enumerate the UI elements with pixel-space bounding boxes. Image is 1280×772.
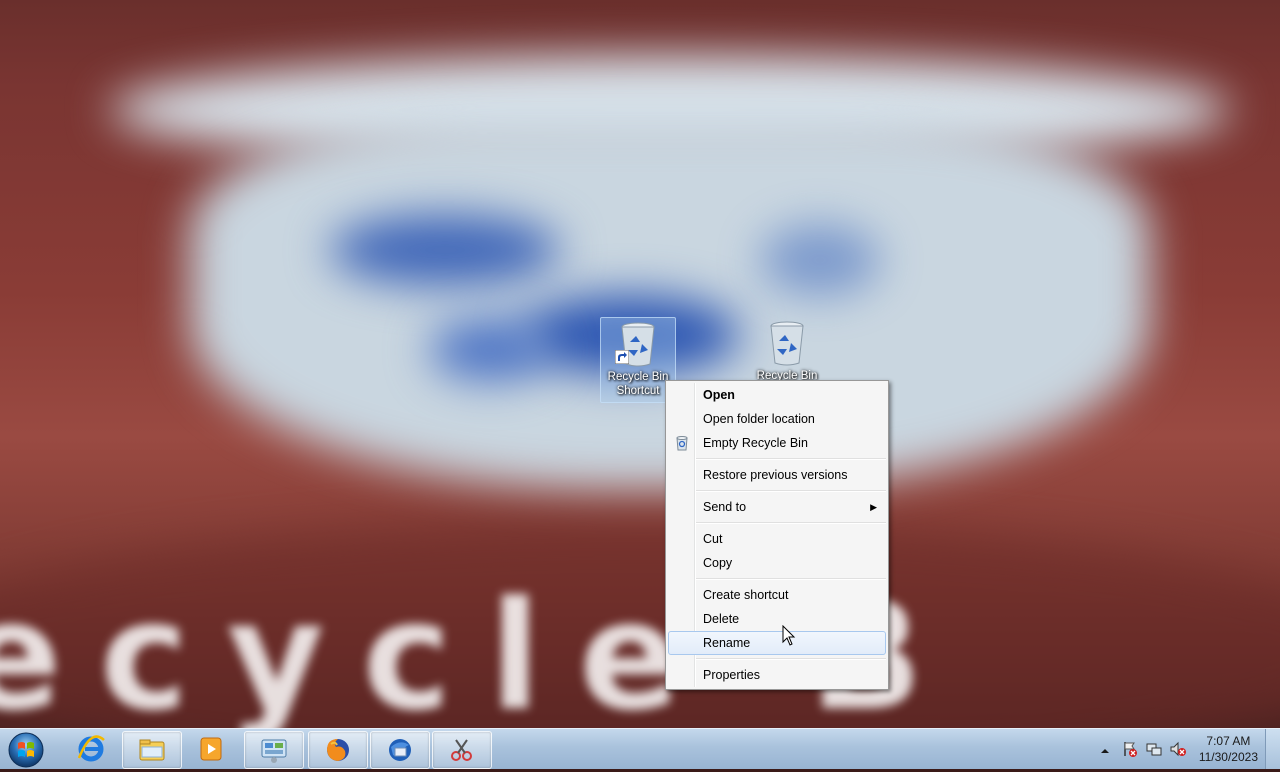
volume-muted-icon <box>1170 741 1186 757</box>
media-player-icon <box>200 737 222 761</box>
icon-label-line1: Recycle Bin <box>607 371 669 383</box>
action-center-tray-icon[interactable] <box>1122 741 1138 761</box>
context-menu: Open Open folder location Empty Recycle … <box>665 380 889 690</box>
shortcut-arrow-icon <box>615 350 629 364</box>
taskbar-thunderbird[interactable] <box>370 731 430 769</box>
menu-item-copy[interactable]: Copy <box>668 551 886 575</box>
menu-item-send-to[interactable]: Send to ▶ <box>668 495 886 519</box>
taskbar-windows-explorer[interactable] <box>122 731 182 769</box>
clock-date: 11/30/2023 <box>1198 750 1258 764</box>
recycle-bin-small-icon <box>676 436 688 451</box>
menu-item-restore-previous-versions[interactable]: Restore previous versions <box>668 463 886 487</box>
menu-separator <box>696 458 886 460</box>
menu-separator <box>696 522 886 524</box>
menu-item-label: Empty Recycle Bin <box>703 436 808 450</box>
menu-separator <box>696 490 886 492</box>
taskbar-firefox[interactable] <box>308 731 368 769</box>
control-panel-icon <box>261 739 287 763</box>
network-tray-icon[interactable] <box>1146 741 1162 761</box>
menu-item-open-folder-location[interactable]: Open folder location <box>668 407 886 431</box>
menu-item-label: Send to <box>703 500 747 514</box>
show-hidden-icons-button[interactable] <box>1100 741 1110 760</box>
chevron-up-icon <box>1101 749 1109 753</box>
menu-item-empty-recycle-bin[interactable]: Empty Recycle Bin <box>668 431 886 455</box>
clock[interactable]: 7:07 AM 11/30/2023 <box>1199 733 1258 765</box>
start-button[interactable] <box>4 730 48 768</box>
submenu-arrow-icon: ▶ <box>870 502 877 512</box>
icon-label-line2: Shortcut <box>616 385 660 397</box>
menu-item-delete[interactable]: Delete <box>668 607 886 631</box>
menu-separator <box>696 578 886 580</box>
internet-explorer-icon <box>77 735 105 762</box>
network-icon <box>1146 743 1162 756</box>
wallpaper-bin-logo-1 <box>330 215 560 285</box>
menu-item-create-shortcut[interactable]: Create shortcut <box>668 583 886 607</box>
system-tray: 7:07 AM 11/30/2023 <box>1090 729 1280 769</box>
mouse-cursor-icon <box>782 625 796 646</box>
snipping-tool-icon <box>451 739 472 761</box>
taskbar-snipping-tool[interactable] <box>432 731 492 769</box>
menu-item-rename[interactable]: Rename <box>668 631 886 655</box>
thunderbird-icon <box>389 739 411 761</box>
taskbar-media-player[interactable] <box>182 731 240 767</box>
wallpaper-bin-logo-3 <box>430 320 550 380</box>
volume-tray-icon[interactable] <box>1170 741 1186 761</box>
wallpaper-bin-logo-4 <box>760 225 880 295</box>
taskbar-internet-explorer[interactable] <box>62 731 120 767</box>
recycle-bin-icon <box>770 321 804 366</box>
show-desktop-button[interactable] <box>1265 729 1280 769</box>
windows-orb-icon <box>8 732 44 768</box>
flag-alert-icon <box>1124 742 1137 757</box>
windows-explorer-icon <box>139 739 165 761</box>
taskbar: 7:07 AM 11/30/2023 <box>0 728 1280 769</box>
menu-item-cut[interactable]: Cut <box>668 527 886 551</box>
clock-time: 7:07 AM <box>1206 734 1251 748</box>
taskbar-control-panel[interactable] <box>244 731 304 769</box>
menu-item-open[interactable]: Open <box>668 383 886 407</box>
firefox-icon <box>327 739 349 761</box>
menu-separator <box>696 658 886 660</box>
menu-item-properties[interactable]: Properties <box>668 663 886 687</box>
